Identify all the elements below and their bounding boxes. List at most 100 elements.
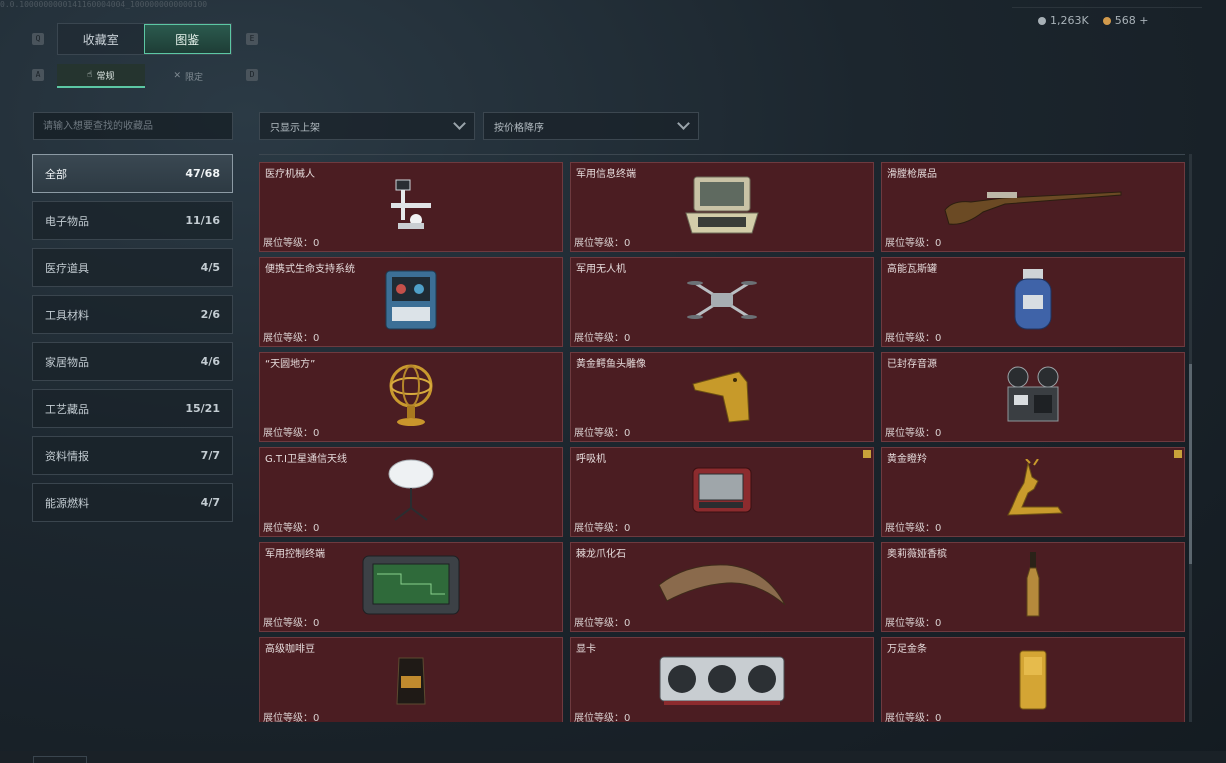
item-card[interactable]: 已封存音源 展位等级：0 <box>881 352 1185 442</box>
shelf-filter-label: 只显示上架 <box>270 122 320 134</box>
category-count: 4/6 <box>200 355 220 368</box>
item-name: 军用控制终端 <box>265 549 325 560</box>
key-hint-d: D <box>246 69 258 81</box>
category-label: 资料情报 <box>45 449 89 463</box>
display-level: 展位等级：0 <box>885 238 942 249</box>
category-electronics[interactable]: 电子物品 11/16 <box>32 201 233 240</box>
display-level: 展位等级：0 <box>885 333 942 344</box>
item-name: 棘龙爪化石 <box>576 549 626 560</box>
item-card[interactable]: 黄金瞪羚 展位等级：0 <box>881 447 1185 537</box>
item-card[interactable]: 滑膛枪展品 展位等级：0 <box>881 162 1185 252</box>
item-card[interactable]: 高能瓦斯罐 展位等级：0 <box>881 257 1185 347</box>
item-card[interactable]: 显卡 展位等级：0 <box>570 637 874 722</box>
item-name: 黄金鳄鱼头雕像 <box>576 359 646 370</box>
item-card[interactable]: G.T.I卫星通信天线 展位等级：0 <box>259 447 563 537</box>
item-card[interactable]: 棘龙爪化石 展位等级：0 <box>570 542 874 632</box>
gold-bar-icon <box>1019 650 1047 710</box>
medical-robot-icon <box>391 179 431 230</box>
category-label: 医疗道具 <box>45 261 89 275</box>
silver-coin-icon <box>1038 17 1046 25</box>
item-grid: 医疗机械人 展位等级：0 军用信息终端 展位等级：0 滑膛枪展品 展位等级：0 … <box>259 162 1185 722</box>
category-label: 家居物品 <box>45 355 89 369</box>
coffee-bag-icon <box>396 657 426 705</box>
item-card[interactable]: 奥莉薇娅香槟 展位等级：0 <box>881 542 1185 632</box>
display-level: 展位等级：0 <box>263 333 320 344</box>
display-level: 展位等级：0 <box>885 713 942 722</box>
key-hint-e: E <box>246 33 258 45</box>
category-count: 15/21 <box>185 402 220 415</box>
grid-scrollbar[interactable] <box>1189 154 1192 722</box>
item-card[interactable]: 军用控制终端 展位等级：0 <box>259 542 563 632</box>
gold-gazelle-icon <box>1007 459 1063 516</box>
item-name: 已封存音源 <box>887 359 937 370</box>
gold-value: 568 <box>1114 14 1136 27</box>
category-all[interactable]: 全部 47/68 <box>32 154 233 193</box>
item-name: 滑膛枪展品 <box>887 169 937 180</box>
category-label: 电子物品 <box>45 214 89 228</box>
item-card[interactable]: 万足金条 展位等级：0 <box>881 637 1185 722</box>
item-card[interactable]: 便携式生命支持系统 展位等级：0 <box>259 257 563 347</box>
item-card[interactable]: “天圆地方” 展位等级：0 <box>259 352 563 442</box>
add-currency-button[interactable]: + <box>1139 14 1148 27</box>
drone-icon <box>687 281 757 320</box>
search-input[interactable] <box>34 113 232 139</box>
item-name: 黄金瞪羚 <box>887 454 927 465</box>
musket-icon <box>944 191 1122 225</box>
key-hint-a: A <box>32 69 44 81</box>
category-count: 7/7 <box>200 449 220 462</box>
item-name: 军用信息终端 <box>576 169 636 180</box>
tab-collection-room[interactable]: 收藏室 <box>58 24 144 54</box>
chevron-down-icon <box>677 117 690 130</box>
item-card[interactable]: 呼吸机 展位等级：0 <box>570 447 874 537</box>
satellite-dish-icon <box>388 459 434 522</box>
graphics-card-icon <box>659 656 785 706</box>
category-energy[interactable]: 能源燃料 4/7 <box>32 483 233 522</box>
item-card[interactable]: 黄金鳄鱼头雕像 展位等级：0 <box>570 352 874 442</box>
sort-dropdown[interactable]: 按价格降序 <box>483 112 699 140</box>
tab-catalog[interactable]: 图鉴 <box>143 24 231 54</box>
item-name: 呼吸机 <box>576 454 606 465</box>
display-level: 展位等级：0 <box>885 523 942 534</box>
scrollbar-thumb[interactable] <box>1189 364 1192 564</box>
shelf-filter-dropdown[interactable]: 只显示上架 <box>259 112 475 140</box>
item-name: 万足金条 <box>887 644 927 655</box>
category-count: 47/68 <box>185 167 220 180</box>
tab-limited-label: 限定 <box>185 72 204 83</box>
category-tools[interactable]: 工具材料 2/6 <box>32 295 233 334</box>
tab-limited[interactable]: ✕ 限定 <box>145 64 233 88</box>
item-card[interactable]: 高级咖啡豆 展位等级：0 <box>259 637 563 722</box>
item-name: 医疗机械人 <box>265 169 315 180</box>
build-string: 0.0.1000000000141160004004_1000000000000… <box>0 0 208 9</box>
category-household[interactable]: 家居物品 4/6 <box>32 342 233 381</box>
category-medical[interactable]: 医疗道具 4/5 <box>32 248 233 287</box>
category-count: 2/6 <box>200 308 220 321</box>
display-level: 展位等级：0 <box>263 523 320 534</box>
armillary-sphere-icon <box>389 364 433 427</box>
item-card[interactable]: 军用信息终端 展位等级：0 <box>570 162 874 252</box>
control-terminal-icon <box>362 555 460 615</box>
bottom-button[interactable] <box>33 756 87 763</box>
top-right-frame <box>1012 0 1202 8</box>
main-tabs: 收藏室 图鉴 <box>57 23 232 55</box>
cross-icon: ✕ <box>173 71 182 81</box>
item-name: “天圆地方” <box>265 359 316 370</box>
item-card[interactable]: 军用无人机 展位等级：0 <box>570 257 874 347</box>
new-badge-icon <box>1174 450 1182 458</box>
item-card[interactable]: 医疗机械人 展位等级：0 <box>259 162 563 252</box>
category-intel[interactable]: 资料情报 7/7 <box>32 436 233 475</box>
chevron-down-icon <box>453 117 466 130</box>
display-level: 展位等级：0 <box>263 618 320 629</box>
new-badge-icon <box>863 450 871 458</box>
category-count: 4/7 <box>200 496 220 509</box>
search-box <box>33 112 233 140</box>
item-grid-viewport: 医疗机械人 展位等级：0 军用信息终端 展位等级：0 滑膛枪展品 展位等级：0 … <box>259 154 1185 722</box>
sub-tabs: ☝ 常规 ✕ 限定 <box>57 64 232 88</box>
military-terminal-icon <box>685 176 759 234</box>
ventilator-icon <box>692 467 752 513</box>
category-crafts[interactable]: 工艺藏品 15/21 <box>32 389 233 428</box>
display-level: 展位等级：0 <box>574 713 631 722</box>
tab-regular[interactable]: ☝ 常规 <box>57 64 145 88</box>
display-level: 展位等级：0 <box>263 713 320 722</box>
category-count: 4/5 <box>200 261 220 274</box>
item-name: 高能瓦斯罐 <box>887 264 937 275</box>
